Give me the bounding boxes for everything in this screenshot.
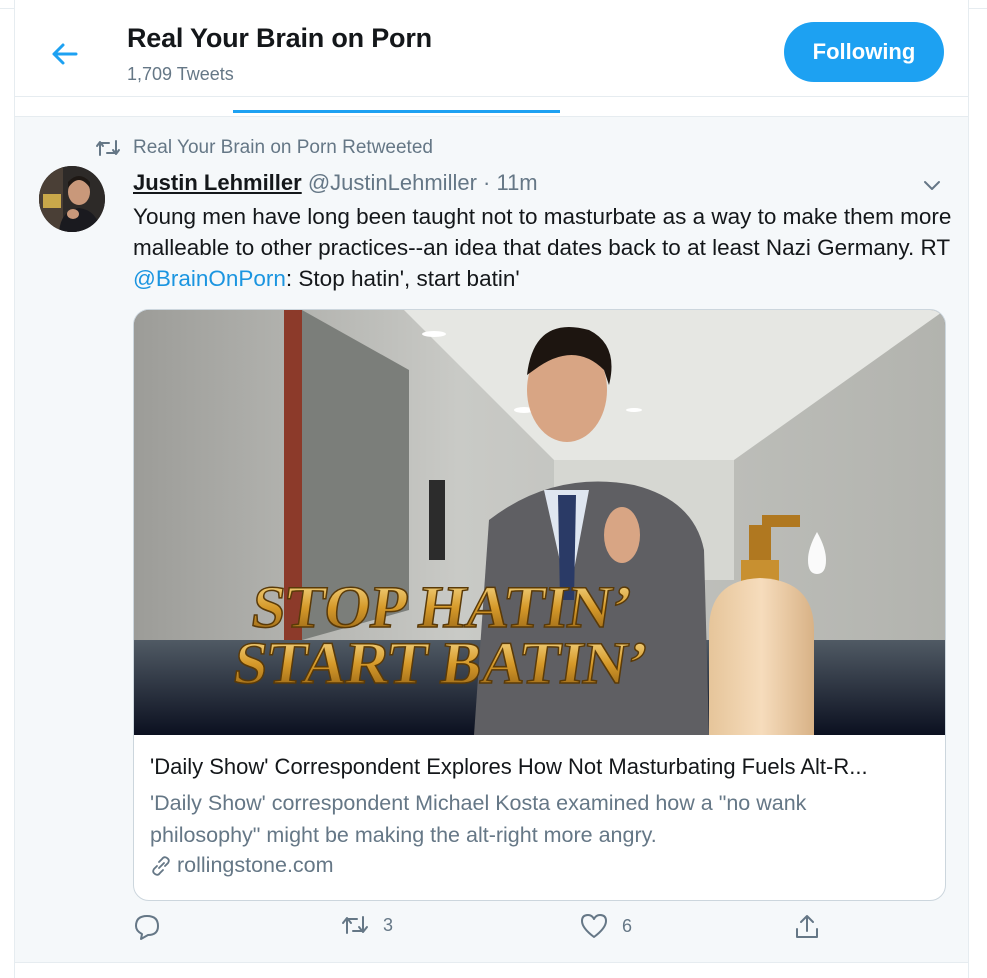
tweet-time[interactable]: 11m xyxy=(496,170,537,195)
card-title: 'Daily Show' Correspondent Explores How … xyxy=(150,754,868,779)
share-icon xyxy=(796,915,818,938)
card-image-illustration: STOP HATIN’ START BATIN’ xyxy=(134,310,945,735)
retweet-context-label: Real Your Brain on Porn Retweeted xyxy=(133,137,433,158)
author-name[interactable]: Justin Lehmiller xyxy=(133,170,302,195)
link-card[interactable]: STOP HATIN’ START BATIN’ 'Daily Show' Co… xyxy=(133,309,946,901)
tweet-count: 1,709 Tweets xyxy=(127,64,234,84)
retweet-count: 3 xyxy=(383,914,394,935)
arrow-left-icon xyxy=(52,43,78,65)
card-image: STOP HATIN’ START BATIN’ xyxy=(134,310,945,735)
mention-link[interactable]: @BrainOnPorn xyxy=(133,266,286,291)
reply-icon xyxy=(135,915,159,940)
tweet-actions: 3 6 xyxy=(133,913,818,949)
following-button[interactable]: Following xyxy=(784,22,944,82)
tweet-header: Justin Lehmiller @JustinLehmiller · 11m xyxy=(133,170,538,196)
header-divider xyxy=(14,96,969,97)
tweet-text: Young men have long been taught not to m… xyxy=(133,201,953,294)
page-title: Real Your Brain on Porn xyxy=(127,23,432,53)
retweet-icon xyxy=(342,916,368,934)
share-button[interactable] xyxy=(793,913,835,941)
profile-header: Real Your Brain on Porn 1,709 Tweets Fol… xyxy=(14,9,969,95)
heart-icon xyxy=(581,914,607,938)
tweet-text-tail: : Stop hatin', start batin' xyxy=(285,266,520,291)
tweet[interactable]: Real Your Brain on Porn Retweeted Justin… xyxy=(15,116,968,962)
card-description: 'Daily Show' correspondent Michael Kosta… xyxy=(150,791,807,847)
link-icon xyxy=(152,855,170,876)
avatar[interactable] xyxy=(39,166,105,232)
back-button[interactable] xyxy=(47,37,81,71)
active-tab-indicator xyxy=(233,110,560,113)
time-separator: · xyxy=(476,170,497,195)
retweet-button[interactable]: 3 xyxy=(341,913,393,937)
tweet-text-body: Young men have long been taught not to m… xyxy=(133,204,952,260)
author-handle[interactable]: @JustinLehmiller xyxy=(308,170,477,195)
card-domain: rollingstone.com xyxy=(150,853,334,878)
tweet-divider xyxy=(15,962,968,963)
card-domain-label: rollingstone.com xyxy=(177,853,334,877)
like-button[interactable]: 6 xyxy=(580,913,632,939)
avatar-image xyxy=(39,166,105,232)
chevron-down-icon[interactable] xyxy=(919,175,945,195)
like-count: 6 xyxy=(622,915,633,936)
retweet-icon xyxy=(96,140,120,156)
reply-button[interactable] xyxy=(133,913,175,941)
retweet-context[interactable]: Real Your Brain on Porn Retweeted xyxy=(95,137,433,159)
image-caption-line2: START BATIN’ xyxy=(230,630,652,697)
